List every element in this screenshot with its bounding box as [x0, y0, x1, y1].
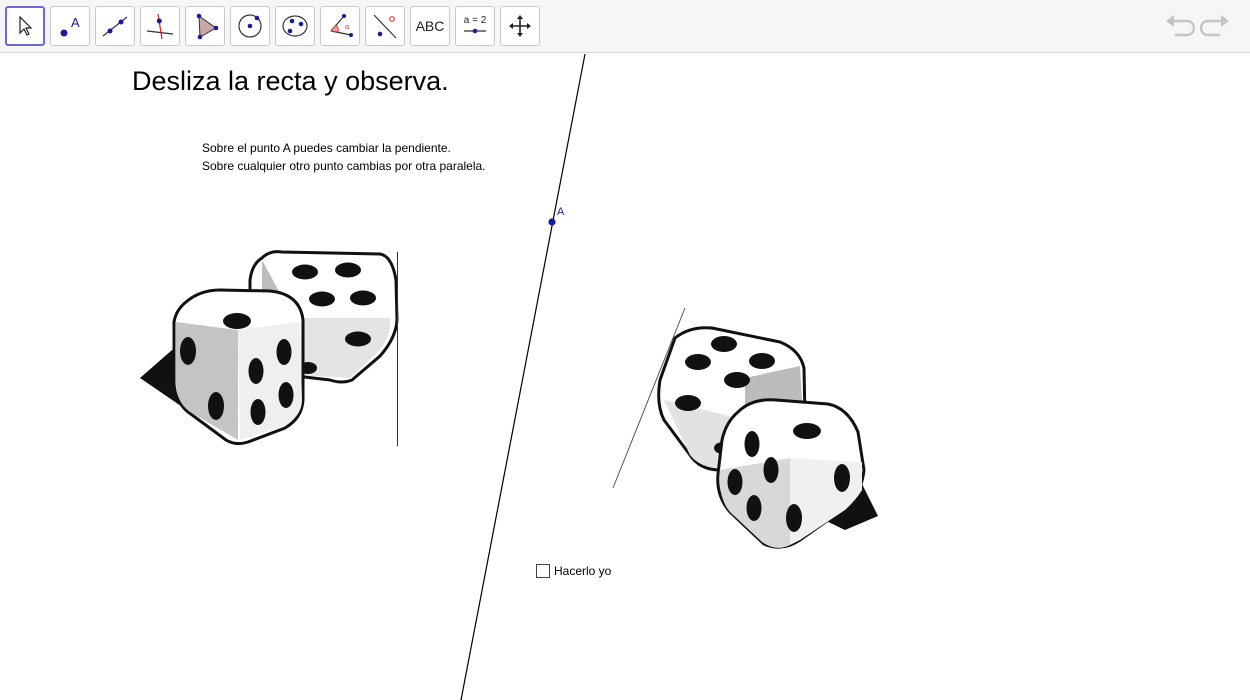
point-icon: A	[60, 15, 80, 37]
instruction-line-1: Sobre el punto A puedes cambiar la pendi…	[202, 141, 451, 155]
slider-tool-label: a = 2	[463, 15, 487, 26]
toolbar: A α ABC a = 2	[0, 0, 1250, 53]
polygon-icon	[196, 13, 219, 40]
move-tool-button[interactable]	[5, 6, 45, 46]
slider-tool-button[interactable]: a = 2	[455, 6, 495, 46]
page-title: Desliza la recta y observa.	[132, 66, 449, 96]
sliding-line[interactable]	[460, 54, 586, 700]
redo-button[interactable]	[1199, 12, 1232, 40]
checkbox-label: Hacerlo yo	[554, 564, 612, 578]
angle-icon: α	[330, 14, 353, 37]
perpendicular-tool-button[interactable]	[140, 6, 180, 46]
dice-right-image	[612, 307, 878, 549]
cursor-icon	[19, 15, 33, 36]
line-tool-button[interactable]	[95, 6, 135, 46]
text-tool-button[interactable]: ABC	[410, 6, 450, 46]
polygon-tool-button[interactable]	[185, 6, 225, 46]
checkbox-box[interactable]	[536, 564, 550, 578]
dice-left-image	[140, 250, 399, 446]
reflect-icon	[373, 14, 397, 39]
undo-icon	[1166, 15, 1196, 37]
line-icon	[102, 16, 128, 37]
point-a-label: A	[557, 206, 565, 218]
circle-icon	[238, 14, 262, 38]
reflect-tool-button[interactable]	[365, 6, 405, 46]
undo-button[interactable]	[1163, 12, 1196, 40]
circle-tool-button[interactable]	[230, 6, 270, 46]
redo-icon	[1199, 15, 1229, 37]
text-tool-label: ABC	[415, 18, 445, 34]
conic-icon	[282, 15, 308, 37]
move-graphics-tool-button[interactable]	[500, 6, 540, 46]
hacerlo-yo-checkbox[interactable]: Hacerlo yo	[536, 564, 611, 578]
perpendicular-line-icon	[146, 13, 174, 40]
svg-text:α: α	[345, 24, 349, 31]
move-arrows-icon	[509, 15, 531, 37]
angle-tool-button[interactable]: α	[320, 6, 360, 46]
graphics-view[interactable]	[0, 54, 1250, 700]
svg-text:A: A	[71, 15, 80, 30]
point-tool-button[interactable]: A	[50, 6, 90, 46]
instruction-line-2: Sobre cualquier otro punto cambias por o…	[202, 159, 486, 173]
point-a[interactable]	[548, 218, 556, 226]
conic-tool-button[interactable]	[275, 6, 315, 46]
